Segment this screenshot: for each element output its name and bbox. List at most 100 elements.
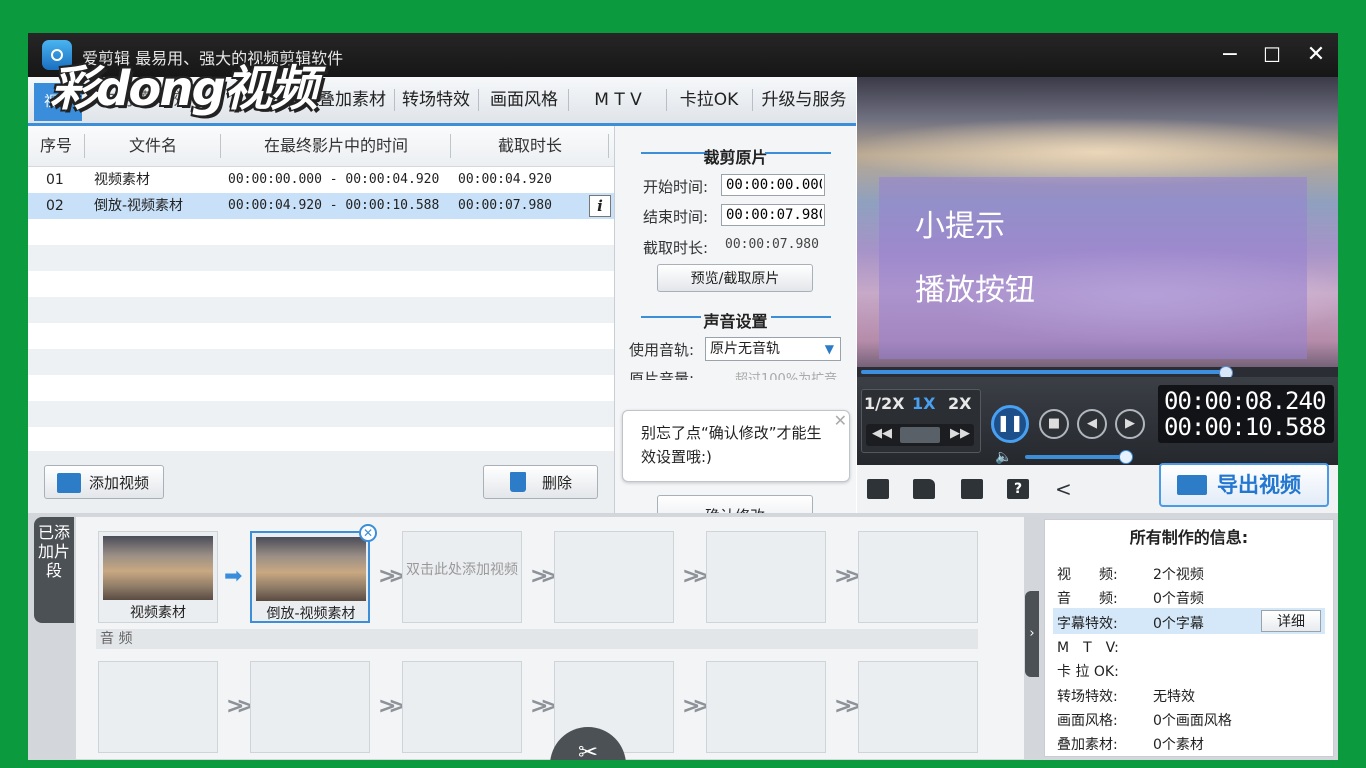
prev-frame-button[interactable]: ◀: [1077, 409, 1107, 439]
tab-karaoke[interactable]: 卡拉OK: [670, 77, 748, 123]
table-row[interactable]: 01 视频素材 00:00:00.000 - 00:00:04.920 00:0…: [28, 167, 614, 193]
info-key: 叠加素材:: [1057, 737, 1118, 753]
info-value: 2个视频: [1153, 567, 1204, 583]
empty-clip-slot[interactable]: [706, 531, 826, 623]
tab-upgrade[interactable]: 升级与服务: [756, 77, 852, 123]
volume-slider[interactable]: [1025, 455, 1125, 459]
next-frame-button[interactable]: ▶: [1115, 409, 1145, 439]
track-select[interactable]: 原片无音轨 ▼: [705, 337, 841, 361]
audio-slot[interactable]: [250, 661, 370, 753]
volume-icon[interactable]: 🔈: [995, 449, 1012, 465]
step-forward-icon: ▶: [1125, 416, 1135, 431]
section-line: [765, 152, 831, 154]
jog-slider[interactable]: ◀◀ ▶▶: [866, 424, 974, 446]
clip-thumbnail: [256, 537, 366, 601]
info-icon[interactable]: i: [589, 195, 611, 217]
info-key: M T V:: [1057, 640, 1119, 656]
new-project-icon[interactable]: [867, 479, 889, 499]
empty-row: [28, 349, 614, 375]
transition-arrow-icon[interactable]: >>: [682, 566, 711, 588]
overlay-line2: 播放按钮: [915, 273, 1035, 308]
col-index[interactable]: 序号: [28, 126, 84, 166]
stop-button[interactable]: ■: [1039, 409, 1069, 439]
tooltip-text: 别忘了点“确认修改”才能生效设置哦:): [641, 424, 822, 466]
audio-slot[interactable]: [402, 661, 522, 753]
pause-icon: ❚❚: [996, 413, 1024, 432]
table-row-selected[interactable]: 02 倒放-视频素材 00:00:04.920 - 00:00:10.588 0…: [28, 193, 614, 219]
remove-clip-icon[interactable]: ✕: [359, 524, 377, 542]
progress-fill: [861, 370, 1229, 374]
help-icon[interactable]: ?: [1007, 479, 1029, 499]
speed-normal[interactable]: 1X: [912, 394, 935, 413]
audio-slot[interactable]: [98, 661, 218, 753]
jog-handle[interactable]: [900, 427, 940, 443]
tab-mtv[interactable]: M T V: [574, 77, 662, 123]
info-row-styles: 画面风格: 0个画面风格: [1057, 710, 1232, 730]
delete-label: 删除: [542, 474, 573, 492]
stop-icon: ■: [1047, 416, 1061, 431]
tab-styles[interactable]: 画面风格: [484, 77, 564, 123]
empty-clip-slot[interactable]: [858, 531, 978, 623]
minimize-button[interactable]: −: [1216, 41, 1244, 69]
timeline-clip[interactable]: 视频素材: [98, 531, 218, 623]
maximize-button[interactable]: ☐: [1258, 41, 1286, 69]
export-label: 导出视频: [1217, 473, 1301, 497]
scissors-icon: ✂: [577, 738, 599, 760]
time-display: 00:00:08.240 00:00:10.588: [1158, 385, 1334, 443]
info-row-audio: 音 频: 0个音频: [1057, 588, 1204, 608]
expand-panel-handle[interactable]: ›: [1025, 591, 1039, 677]
volume-hint: 超过100%为扩音: [735, 372, 838, 380]
speed-double[interactable]: 2X: [948, 394, 971, 413]
start-time-field[interactable]: [721, 174, 825, 196]
pause-button[interactable]: ❚❚: [991, 405, 1029, 443]
menu-divider: [394, 89, 395, 111]
video-preview[interactable]: 小提示 播放按钮: [857, 77, 1338, 377]
progress-bar[interactable]: [857, 366, 1338, 377]
progress-knob[interactable]: [1219, 366, 1233, 377]
tab-overlay[interactable]: 叠加素材: [312, 77, 392, 123]
details-button[interactable]: 详细: [1261, 610, 1321, 632]
end-time-label: 结束时间:: [643, 208, 709, 226]
end-time-field[interactable]: [721, 204, 825, 226]
info-key: 画面风格:: [1057, 713, 1118, 729]
audio-slot[interactable]: [706, 661, 826, 753]
clip-thumbnail: [103, 536, 213, 600]
speed-half[interactable]: 1/2X: [864, 394, 904, 413]
transition-arrow-icon[interactable]: >>: [530, 566, 559, 588]
row-index: 02: [46, 198, 64, 214]
share-icon[interactable]: <: [1055, 477, 1072, 501]
delete-button[interactable]: 删除: [483, 465, 598, 499]
close-button[interactable]: ✕: [1302, 41, 1330, 69]
watermark-logo: 彩dong视频: [50, 61, 318, 117]
tab-transitions[interactable]: 转场特效: [398, 77, 474, 123]
rewind-icon[interactable]: ◀◀: [872, 426, 892, 441]
transition-arrow-icon[interactable]: >>: [834, 566, 863, 588]
save-icon[interactable]: [961, 479, 983, 499]
fast-forward-icon[interactable]: ▶▶: [950, 426, 970, 441]
timeline-clip-selected[interactable]: 倒放-视频素材 ✕: [250, 524, 377, 623]
col-filename[interactable]: 文件名: [86, 126, 220, 166]
col-duration[interactable]: 截取时长: [452, 126, 608, 166]
audio-slot[interactable]: [858, 661, 978, 753]
transition-arrow-icon[interactable]: >>: [378, 566, 407, 588]
open-folder-icon[interactable]: [913, 479, 935, 499]
col-time-in-film[interactable]: 在最终影片中的时间: [222, 126, 450, 166]
close-icon[interactable]: ✕: [834, 409, 847, 433]
added-clips-tab[interactable]: 已添加片段: [34, 517, 74, 623]
trash-icon: [510, 472, 526, 492]
add-clip-slot[interactable]: 双击此处添加视频: [402, 531, 522, 623]
info-value: 0个字幕: [1153, 616, 1204, 632]
export-video-button[interactable]: 导出视频: [1159, 463, 1329, 507]
volume-knob[interactable]: [1119, 450, 1133, 464]
chevron-down-icon: ▼: [824, 342, 834, 356]
empty-clip-slot[interactable]: [554, 531, 674, 623]
preview-trim-button[interactable]: 预览/截取原片: [657, 264, 813, 292]
add-clip-hint: 双击此处添加视频: [406, 562, 518, 578]
info-key: 字幕特效:: [1057, 616, 1118, 632]
info-row-video: 视 频: 2个视频: [1057, 564, 1204, 584]
menu-divider: [752, 89, 753, 111]
arrow-right-icon: ➡: [224, 564, 243, 589]
tip-overlay: 小提示 播放按钮: [879, 177, 1307, 359]
project-info-panel: 所有制作的信息: 视 频: 2个视频 音 频: 0个音频 字幕特效: 0个字幕 详细 …: [1044, 519, 1334, 757]
add-video-button[interactable]: 添加视频: [44, 465, 164, 499]
